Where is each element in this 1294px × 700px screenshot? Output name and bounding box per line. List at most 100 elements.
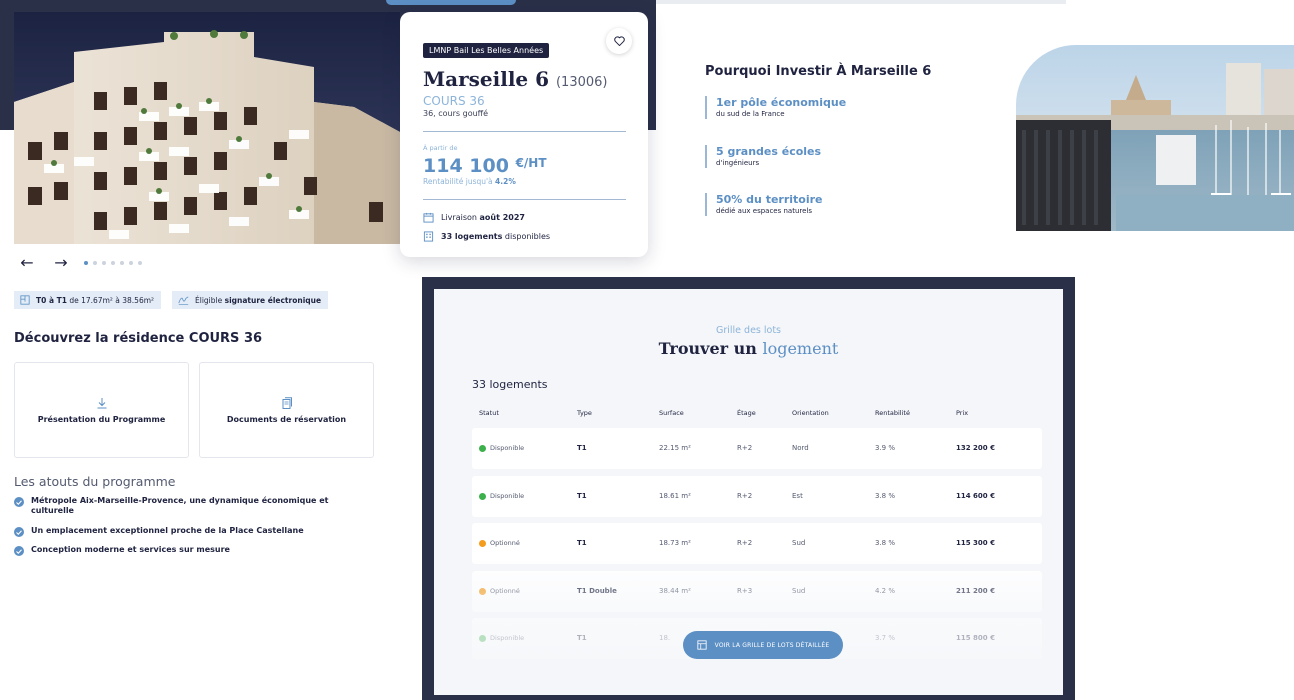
table-row[interactable]: Disponible T1 22.15 m² R+2 Nord 3.9 % 13…: [472, 428, 1042, 469]
city-name: Marseille 6: [423, 67, 550, 91]
row-floor: R+3: [737, 587, 753, 595]
documents-icon: [282, 396, 292, 409]
residence-address: 36, cours gouffé: [423, 109, 489, 118]
lots-grid-title: Trouver un logement: [434, 339, 1063, 358]
units-row: 33 logements disponibles: [423, 231, 626, 242]
program-tag: LMNP Bail Les Belles Années: [423, 43, 550, 58]
price-amount: 114 100: [423, 155, 509, 177]
row-surface: 18.: [659, 634, 671, 642]
download-icon: [97, 397, 106, 408]
check-icon: [14, 527, 24, 537]
e-signature-chip: Éligible signature électronique: [172, 291, 329, 309]
carousel-dot[interactable]: [138, 261, 142, 265]
row-orientation: Nord: [792, 444, 809, 452]
residence-photo[interactable]: [14, 12, 400, 244]
table-icon: [697, 640, 707, 650]
why-stat-sub: d'ingénieurs: [716, 159, 760, 167]
delivery-label: Livraison: [441, 213, 477, 222]
view-detailed-grid-label: VOIR LA GRILLE DE LOTS DÉTAILLÉE: [714, 641, 830, 649]
delivery-row: Livraison août 2027: [423, 212, 626, 223]
row-type: T1: [577, 634, 587, 642]
status-dot-optioned: [479, 587, 486, 595]
row-floor: R+2: [737, 444, 753, 452]
surface-range-chip: T0 à T1 de 17.67m² à 38.56m²: [14, 291, 162, 309]
status-dot-optioned: [479, 539, 486, 547]
atout-item: Un emplacement exceptionnel proche de la…: [14, 526, 374, 537]
units-label: disponibles: [504, 232, 551, 241]
atout-item: Métropole Aix-Marseille-Provence, une dy…: [14, 496, 374, 516]
atout-item: Conception moderne et services sur mesur…: [14, 545, 374, 556]
calendar-icon: [423, 212, 434, 223]
discover-title: Découvrez la résidence COURS 36: [14, 331, 263, 346]
residence-photo-illustration: [14, 12, 400, 244]
carousel-dot[interactable]: [129, 261, 133, 265]
why-stat: 50% du territoire dédié aux espaces natu…: [705, 193, 965, 216]
row-price: 132 200 €: [956, 444, 995, 452]
surface-range-values: de 17.67m² à 38.56m²: [69, 295, 155, 305]
row-orientation: Est: [792, 492, 803, 500]
check-icon: [14, 546, 24, 556]
header-price[interactable]: Prix: [956, 409, 968, 417]
why-stat-highlight: 1er pôle économique: [716, 96, 847, 109]
carousel-dot[interactable]: [120, 261, 124, 265]
row-type: T1: [577, 539, 587, 547]
atout-text: Métropole Aix-Marseille-Provence, une dy…: [31, 496, 329, 515]
row-yield: 3.9 %: [875, 444, 896, 452]
e-signature-label: signature électronique: [224, 295, 322, 305]
card-divider-2: [423, 199, 626, 200]
status-dot-available: [479, 444, 486, 452]
next-arrow-icon[interactable]: →: [48, 253, 74, 273]
units-value: 33 logements: [441, 232, 503, 241]
header-floor[interactable]: Étage: [737, 409, 756, 417]
why-stat: 1er pôle économique du sud de la France: [705, 96, 965, 119]
header-status[interactable]: Statut: [479, 409, 499, 417]
carousel-dot[interactable]: [102, 261, 106, 265]
row-type: T1 Double: [577, 587, 617, 595]
row-yield: 3.8 %: [875, 492, 896, 500]
row-status: Disponible: [479, 492, 524, 500]
row-price: 115 300 €: [956, 539, 995, 547]
carousel-dot[interactable]: [111, 261, 115, 265]
yield-label: Rentabilité jusqu'à: [423, 177, 493, 186]
header-type[interactable]: Type: [577, 409, 592, 417]
why-stat: 5 grandes écoles d'ingénieurs: [705, 145, 965, 168]
check-icon: [14, 497, 24, 507]
reservation-documents-button[interactable]: Documents de réservation: [199, 362, 374, 458]
table-row[interactable]: Disponible T1 18.61 m² R+2 Est 3.8 % 114…: [472, 476, 1042, 517]
row-status: Disponible: [479, 444, 524, 452]
yield-value: 4.2%: [495, 177, 516, 186]
photo-carousel-controls: ← →: [14, 253, 142, 273]
atout-text: Un emplacement exceptionnel proche de la…: [31, 526, 304, 535]
row-yield: 4.2 %: [875, 587, 896, 595]
row-surface: 18.61 m²: [659, 492, 691, 500]
header-orientation[interactable]: Orientation: [792, 409, 829, 417]
row-price: 211 200 €: [956, 587, 995, 595]
presentation-label: Présentation du Programme: [37, 414, 166, 424]
lots-grid-subtitle: Grille des lots: [715, 325, 782, 336]
header-surface[interactable]: Surface: [659, 409, 684, 417]
row-status: Disponible: [479, 634, 524, 642]
header-yield[interactable]: Rentabilité: [875, 409, 910, 417]
lots-grid-section: Grille des lots Trouver un logement 33 l…: [422, 277, 1075, 700]
status-dot-available: [479, 492, 486, 500]
presentation-download-button[interactable]: Présentation du Programme: [14, 362, 189, 458]
carousel-dot[interactable]: [84, 261, 88, 265]
building-icon: [423, 231, 434, 242]
table-row[interactable]: Optionné T1 18.73 m² R+2 Sud 3.8 % 115 3…: [472, 523, 1042, 564]
why-stat-sub: du sud de la France: [716, 110, 785, 118]
row-surface: 18.73 m²: [659, 539, 691, 547]
view-detailed-grid-button[interactable]: VOIR LA GRILLE DE LOTS DÉTAILLÉE: [683, 631, 843, 659]
price-unit: €/HT: [515, 156, 547, 170]
row-status: Optionné: [479, 587, 520, 595]
table-row[interactable]: Optionné T1 Double 38.44 m² R+3 Sud 4.2 …: [472, 571, 1042, 612]
city-zip: (13006): [555, 75, 608, 90]
favorite-button[interactable]: [606, 28, 632, 54]
row-floor: R+2: [737, 539, 753, 547]
row-type: T1: [577, 492, 587, 500]
why-stat-highlight: 50% du territoire: [716, 193, 823, 206]
carousel-dot[interactable]: [93, 261, 97, 265]
previous-arrow-icon[interactable]: ←: [14, 253, 40, 273]
program-card: LMNP Bail Les Belles Années Marseille 6 …: [400, 12, 648, 257]
lots-grid-title-part1: Trouver un: [658, 339, 757, 358]
status-label: Optionné: [490, 587, 520, 595]
